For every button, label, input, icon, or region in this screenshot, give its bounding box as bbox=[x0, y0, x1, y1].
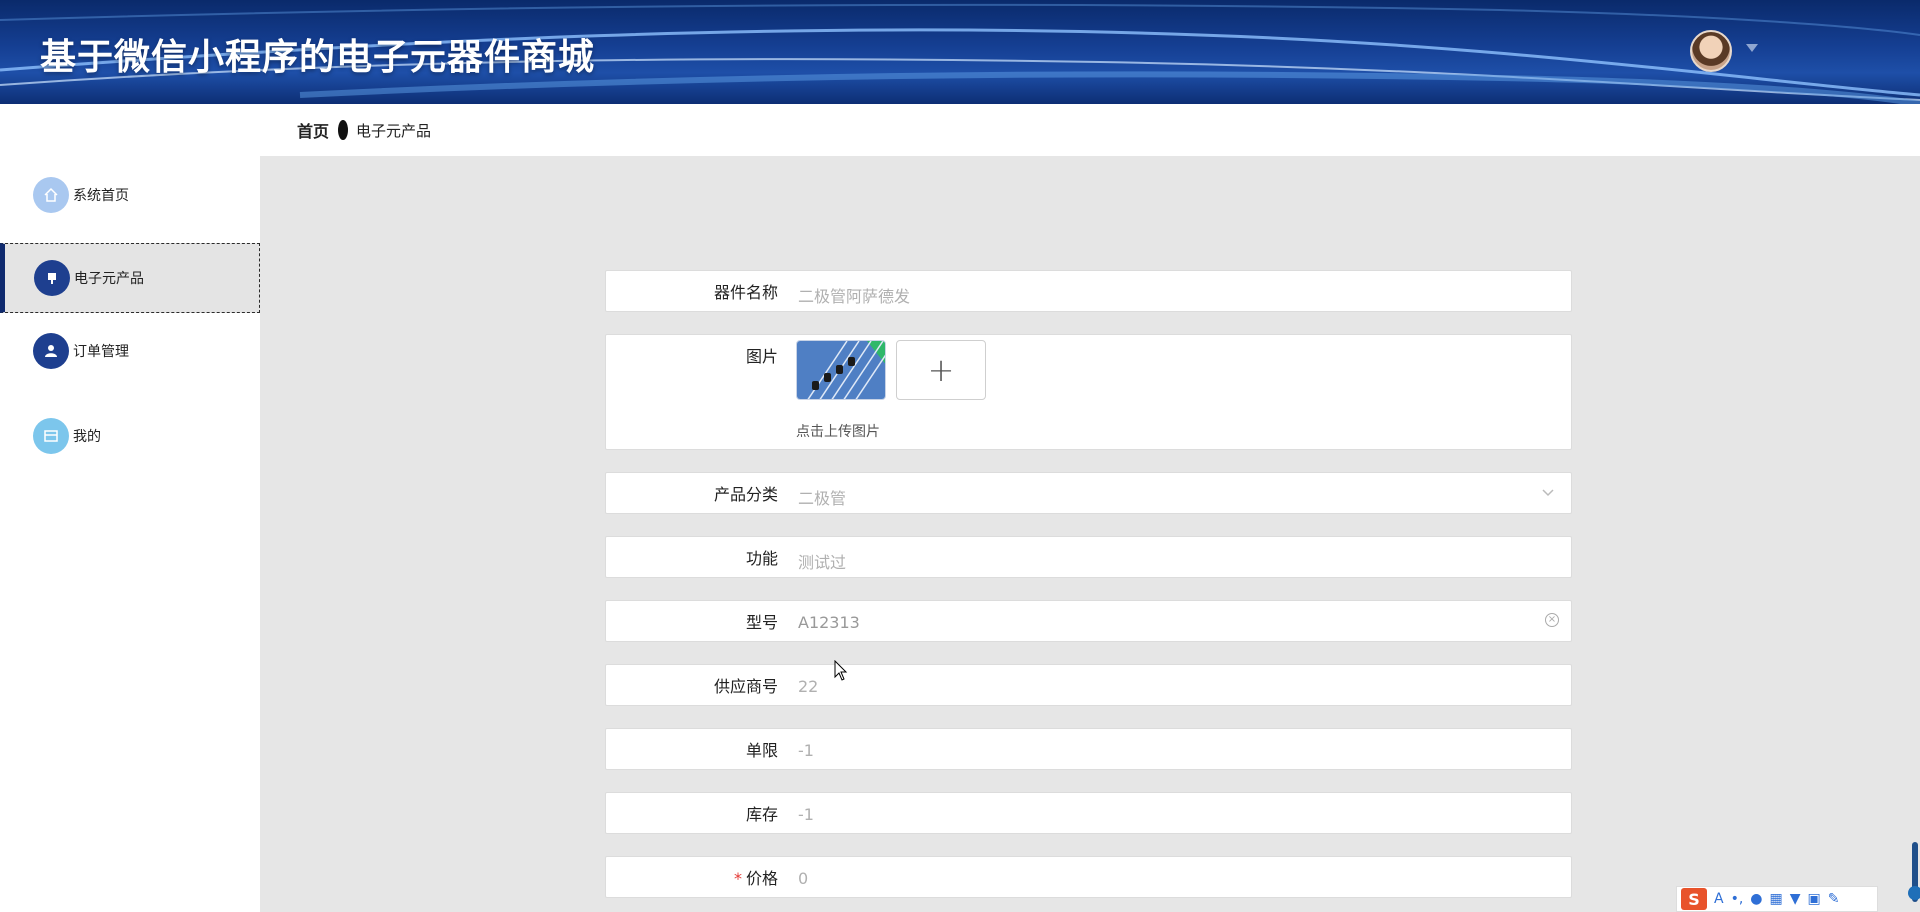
limit-label: 单限 bbox=[745, 741, 778, 760]
upload-hint: 点击上传图片 bbox=[796, 424, 880, 440]
ime-letter-icon[interactable]: A bbox=[1714, 891, 1724, 907]
sidebar-item-label: 订单管理 bbox=[73, 344, 129, 360]
keyboard-icon[interactable]: ▦ bbox=[1770, 891, 1783, 907]
stock-label: 库存 bbox=[745, 805, 778, 824]
breadcrumb-separator-icon bbox=[338, 120, 349, 140]
form-row-supplier: 供应商号 22 bbox=[605, 664, 1572, 706]
category-label: 产品分类 bbox=[713, 485, 778, 504]
form-row-model: 型号 A12313 × bbox=[605, 600, 1572, 642]
name-label: 器件名称 bbox=[713, 283, 778, 302]
price-input[interactable]: 0 bbox=[798, 869, 808, 888]
plus-icon: + bbox=[927, 351, 955, 389]
form-row-limit: 单限 -1 bbox=[605, 728, 1572, 770]
upload-image-button[interactable]: + bbox=[896, 340, 986, 400]
app-header: 基于微信小程序的电子元器件商城 bbox=[0, 0, 1920, 104]
scrollbar-knob[interactable] bbox=[1908, 886, 1920, 900]
microphone-icon[interactable]: ● bbox=[1750, 891, 1762, 907]
form-row-category: 产品分类 二极管 bbox=[605, 472, 1572, 514]
chevron-down-icon[interactable] bbox=[1541, 485, 1555, 499]
form-row-name: 器件名称 二极管阿萨德发 bbox=[605, 270, 1572, 312]
supplier-label: 供应商号 bbox=[713, 677, 778, 696]
breadcrumb: 首页 电子元产品 bbox=[260, 104, 1920, 156]
clear-icon[interactable]: × bbox=[1545, 613, 1559, 627]
sidebar-item-mine[interactable]: 我的 bbox=[0, 401, 260, 471]
model-label: 型号 bbox=[745, 613, 778, 632]
form-row-function: 功能 测试过 bbox=[605, 536, 1572, 578]
user-avatar[interactable] bbox=[1690, 30, 1732, 72]
caret-down-icon[interactable] bbox=[1746, 44, 1758, 52]
form-row-stock: 库存 -1 bbox=[605, 792, 1572, 834]
model-input[interactable]: A12313 bbox=[798, 613, 860, 632]
limit-input[interactable]: -1 bbox=[798, 741, 814, 760]
category-select[interactable]: 二极管 bbox=[798, 485, 846, 509]
ime-toolbar[interactable]: S A •, ● ▦ ▼ ▣ ✎ bbox=[1676, 886, 1878, 912]
price-label-text: 价格 bbox=[745, 869, 778, 888]
form-row-image: 图片 + 点击上传图片 bbox=[605, 334, 1572, 450]
price-label: * 价格 bbox=[606, 865, 778, 889]
supplier-input[interactable]: 22 bbox=[798, 677, 818, 696]
app-title: 基于微信小程序的电子元器件商城 bbox=[40, 37, 596, 78]
home-icon bbox=[33, 177, 69, 213]
product-icon bbox=[34, 260, 70, 296]
grid-icon[interactable]: ▣ bbox=[1808, 891, 1821, 907]
sidebar-item-label: 电子元产品 bbox=[74, 271, 144, 287]
function-input[interactable]: 测试过 bbox=[798, 549, 846, 573]
mouse-cursor-icon bbox=[834, 660, 848, 681]
function-label: 功能 bbox=[745, 549, 778, 568]
shirt-icon[interactable]: ▼ bbox=[1790, 891, 1801, 907]
punctuation-icon[interactable]: •, bbox=[1731, 891, 1744, 907]
stock-input[interactable]: -1 bbox=[798, 805, 814, 824]
form-row-price: * 价格 0 bbox=[605, 856, 1572, 898]
card-icon bbox=[33, 418, 69, 454]
sidebar-item-home[interactable]: 系统首页 bbox=[0, 160, 260, 230]
sidebar-item-products[interactable]: 电子元产品 bbox=[0, 243, 260, 313]
breadcrumb-current: 电子元产品 bbox=[356, 121, 432, 140]
product-image-thumbnail[interactable] bbox=[796, 340, 886, 400]
sidebar-item-label: 我的 bbox=[73, 429, 101, 445]
sidebar-item-label: 系统首页 bbox=[73, 188, 129, 204]
sidebar-item-orders[interactable]: 订单管理 bbox=[0, 316, 260, 386]
user-icon bbox=[33, 333, 69, 369]
required-mark: * bbox=[733, 869, 742, 888]
sidebar: 系统首页 电子元产品 订单管理 我的 bbox=[0, 104, 260, 912]
image-label: 图片 bbox=[745, 347, 778, 366]
tool-icon[interactable]: ✎ bbox=[1828, 891, 1840, 907]
name-input[interactable]: 二极管阿萨德发 bbox=[798, 283, 910, 307]
breadcrumb-home[interactable]: 首页 bbox=[297, 118, 329, 142]
sogou-logo-icon[interactable]: S bbox=[1681, 888, 1707, 910]
